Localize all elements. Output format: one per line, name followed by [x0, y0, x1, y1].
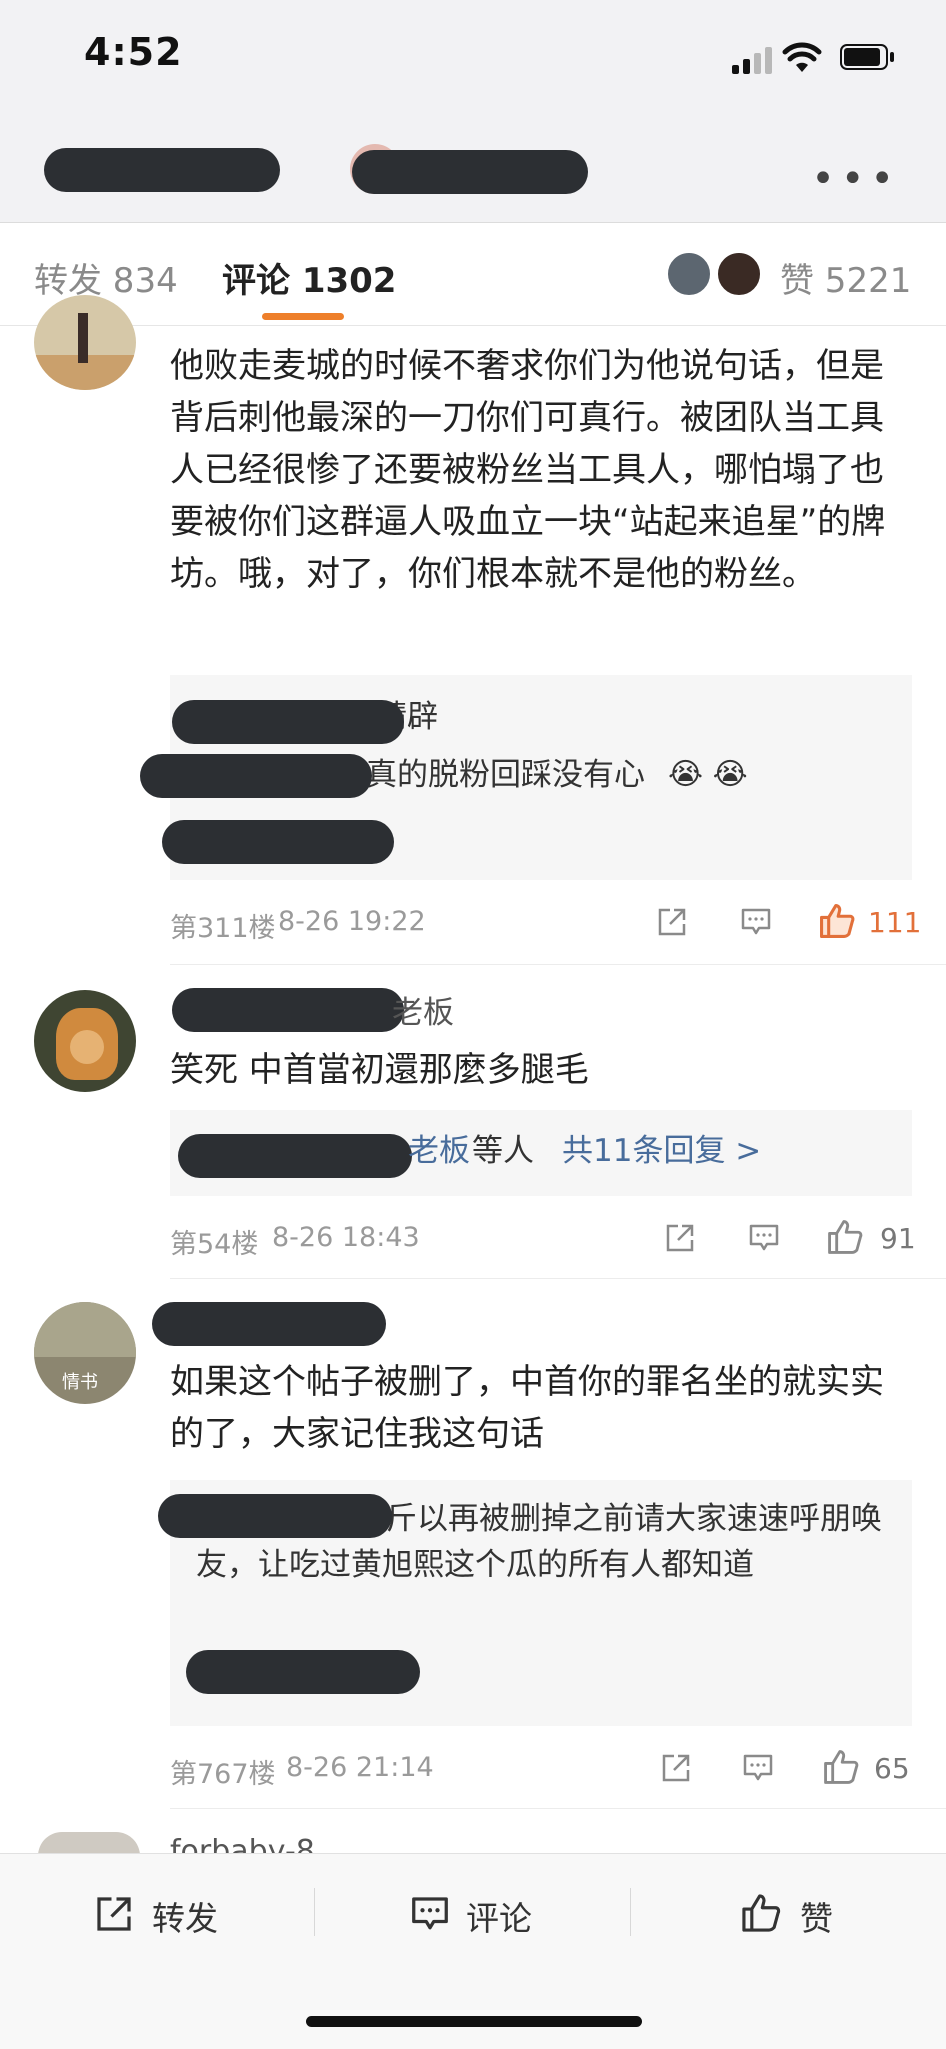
reply-icon[interactable] [742, 1752, 774, 1784]
reply-icon[interactable] [740, 906, 772, 938]
like-icon[interactable] [826, 1218, 864, 1256]
tab-comment[interactable]: 评论 1302 [222, 253, 396, 302]
comment-date: 8-26 18:43 [272, 1222, 420, 1253]
like-count: 91 [880, 1222, 916, 1255]
comment-avatar[interactable] [34, 295, 136, 390]
comment-avatar[interactable] [34, 990, 136, 1092]
nav-bar: ••• [0, 120, 946, 223]
comment-button[interactable]: 评论 [466, 1892, 532, 1940]
redacted-name [140, 754, 372, 798]
comment-date: 8-26 19:22 [278, 906, 426, 937]
comment-floor: 第767楼 [170, 1759, 276, 1790]
share-icon[interactable] [664, 1222, 696, 1254]
view-replies-link[interactable]: 共11条回复 > [562, 1128, 761, 1174]
separator [630, 1888, 631, 1936]
redacted-commenter-name[interactable] [172, 988, 404, 1032]
separator [314, 1888, 315, 1936]
redacted-commenter-name[interactable] [152, 1302, 386, 1346]
comment-divider [170, 1278, 946, 1279]
cellular-signal-icon [732, 46, 776, 74]
comment-divider [170, 1808, 946, 1809]
comment-date: 8-26 21:14 [286, 1752, 434, 1783]
comment-text: 他败走麦城的时候不奢求你们为他说句话，但是背后刺他最深的一刀你们可真行。被团队当… [170, 346, 886, 594]
share-icon[interactable] [656, 906, 688, 938]
commenter-name[interactable]: forbaby-8 [170, 1834, 315, 1854]
reply-user-link[interactable]: 老板 [408, 1128, 470, 1174]
comment-floor: 第54楼 [170, 1229, 259, 1260]
comment-avatar[interactable]: 情书 [34, 1302, 136, 1404]
liker-avatar[interactable] [716, 251, 762, 297]
like-button[interactable]: 赞 [800, 1892, 833, 1940]
crying-emoji-icon: 😭 😭 [668, 757, 748, 792]
tab-repost[interactable]: 转发 834 [34, 253, 178, 302]
redacted-name [186, 1650, 420, 1694]
like-icon-active[interactable] [818, 902, 856, 940]
comment-text: 如果这个帖子被删了，中首你的罪名坐的就实实的了，大家记住我这句话 [170, 1362, 884, 1454]
redacted-author-name[interactable] [352, 150, 588, 194]
home-indicator[interactable] [306, 2016, 642, 2027]
liker-avatar[interactable] [666, 251, 712, 297]
redacted-back-title [44, 148, 280, 192]
like-bottom-icon[interactable] [740, 1892, 782, 1934]
comment-text: 笑死 中首當初還那麼多腿毛 [170, 1050, 589, 1090]
share-icon[interactable] [660, 1752, 692, 1784]
repost-icon[interactable] [94, 1894, 134, 1934]
reply-icon[interactable] [748, 1222, 780, 1254]
redacted-name [178, 1134, 412, 1178]
status-bar: 4:52 [0, 0, 946, 120]
repost-button[interactable]: 转发 [152, 1892, 218, 1940]
like-count: 65 [874, 1752, 910, 1785]
active-tab-indicator [262, 313, 344, 320]
reply-text-fragment: 真的脱粉回踩没有心 [366, 757, 645, 793]
redacted-name [172, 700, 404, 744]
comment-divider [170, 964, 946, 965]
battery-icon [840, 44, 896, 72]
wifi-icon [782, 42, 822, 72]
comment-floor: 第311楼 [170, 913, 276, 944]
post-tabs: 转发 834 评论 1302 赞 5221 [0, 223, 946, 326]
like-count: 111 [868, 906, 922, 939]
reply-suffix: 等人 [472, 1133, 534, 1169]
comment-icon[interactable] [410, 1894, 450, 1934]
tab-like[interactable]: 赞 5221 [780, 253, 911, 302]
redacted-name [162, 820, 394, 864]
more-options-icon[interactable]: ••• [811, 156, 900, 202]
like-icon[interactable] [822, 1748, 860, 1786]
redacted-name [158, 1494, 392, 1538]
status-time: 4:52 [84, 30, 183, 74]
commenter-name-fragment: 老板 [392, 995, 454, 1031]
